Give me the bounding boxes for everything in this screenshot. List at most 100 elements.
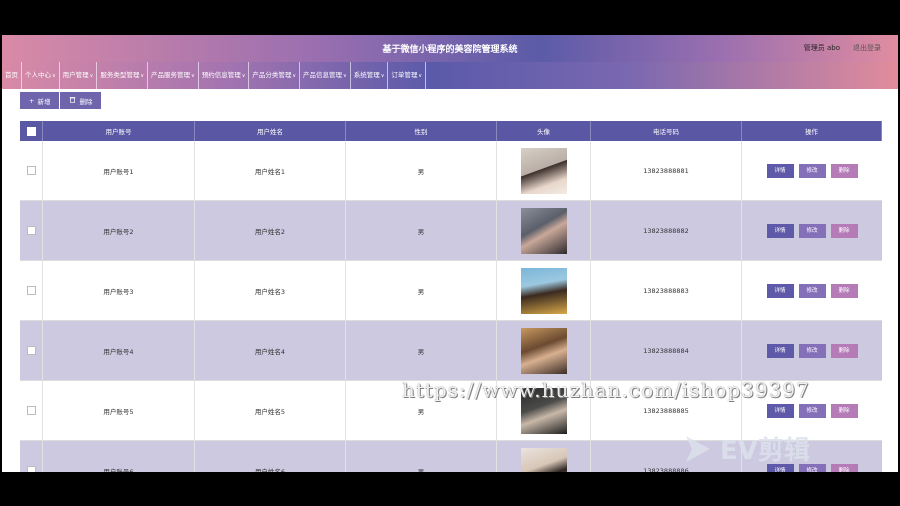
column-header[interactable]: 头像 [497,121,591,141]
column-header[interactable]: 性别 [346,121,497,141]
watermark-text: https://www.huzhan.com/ishop39397 [402,378,810,402]
delete-button[interactable]: 删除 [830,283,858,298]
row-checkbox[interactable] [26,406,36,415]
bulk-delete-button[interactable]: 删除 [60,92,102,109]
row-select-cell [20,261,43,320]
row-select-cell [20,321,43,380]
edit-button[interactable]: 修改 [798,223,826,238]
menu-item-label: 系统管理 [353,71,380,79]
user-account-cell: 用户账号1 [43,141,195,200]
chevron-down-icon: ∨ [241,73,246,79]
edit-button[interactable]: 修改 [798,343,826,358]
menu-item-product-categories[interactable]: 产品分类管理∨ [249,62,301,89]
menu-item-profile[interactable]: 个人中心∨ [22,62,60,89]
menu-item-appointments[interactable]: 预约信息管理∨ [199,62,250,89]
row-checkbox[interactable] [26,346,36,355]
phone-cell: 13823888882 [591,201,742,260]
menu-item-product-services[interactable]: 产品服务管理∨ [148,62,199,89]
detail-button[interactable]: 详情 [766,403,794,418]
plus-icon: + [29,96,35,105]
menu-item-users[interactable]: 用户管理∨ [60,62,98,89]
gender-cell: 男 [346,441,497,472]
phone-cell: 13823888883 [591,261,742,320]
delete-button-label: 删除 [79,97,93,106]
row-checkbox[interactable] [26,226,36,235]
column-header: 操作 [742,121,882,141]
avatar [520,447,567,472]
avatar [520,207,567,254]
detail-button[interactable]: 详情 [766,283,794,298]
trash-icon [69,96,76,105]
menu-item-label: 用户管理 [62,71,89,79]
menu-item-orders[interactable]: 订单管理∨ [388,62,427,89]
chevron-down-icon: ∨ [292,73,297,79]
menu-item-system[interactable]: 系统管理∨ [351,62,389,89]
row-select-cell [20,381,43,440]
row-checkbox[interactable] [26,466,36,472]
ev-logo: EV剪辑 [680,430,810,467]
avatar-cell [497,441,591,472]
row-select-cell [20,441,43,472]
column-header[interactable]: 用户姓名 [195,121,346,141]
select-all-checkbox[interactable] [26,126,36,136]
edit-button[interactable]: 修改 [798,283,826,298]
row-checkbox[interactable] [26,166,36,175]
logout-link[interactable]: 退出登录 [853,43,881,53]
chevron-down-icon: ∨ [52,73,56,79]
detail-button[interactable]: 详情 [766,223,794,238]
avatar-cell [497,201,591,260]
actions-cell: 详情 修改 删除 [742,141,882,200]
avatar [520,267,567,314]
menu-item-product-info[interactable]: 产品信息管理∨ [300,62,351,89]
detail-button[interactable]: 详情 [766,163,794,178]
table-row: 用户账号1 用户姓名1 男 13823888881 详情 修改 删除 [20,141,882,201]
table-header: 用户账号 用户姓名 性别 头像 电话号码 操作 [20,121,882,141]
add-button[interactable]: + 新增 [20,92,60,109]
detail-button[interactable]: 详情 [766,343,794,358]
add-button-label: 新增 [37,97,51,106]
avatar [520,327,567,374]
table-row: 用户账号4 用户姓名4 男 13823888884 详情 修改 删除 [20,321,882,381]
gender-cell: 男 [346,141,497,200]
menu-item-label: 产品服务管理 [151,71,191,79]
menu-item-label: 产品信息管理 [303,71,343,79]
user-table: 用户账号 用户姓名 性别 头像 电话号码 操作 用户账号1 用户姓名1 男 13823… [20,121,882,472]
user-account-cell: 用户账号6 [43,441,195,472]
actions-cell: 详情 修改 删除 [742,201,882,260]
menu-item-home[interactable]: 首页 [2,62,22,89]
phone-cell: 13823888884 [591,321,742,380]
user-name-cell: 用户姓名6 [195,441,346,472]
select-all-cell [20,121,43,141]
menu-item-service-types[interactable]: 服务类型管理∨ [97,62,149,89]
user-name-cell: 用户姓名5 [195,381,346,440]
delete-button[interactable]: 删除 [830,163,858,178]
menu-item-label: 个人中心 [25,71,51,79]
delete-button[interactable]: 删除 [830,343,858,358]
chevron-down-icon: ∨ [140,73,145,79]
chevron-down-icon: ∨ [343,73,347,79]
user-account-cell: 用户账号5 [43,381,195,440]
table-body: 用户账号1 用户姓名1 男 13823888881 详情 修改 删除 用户账号2 用户姓名2 男 1… [20,141,882,472]
user-account-cell: 用户账号4 [43,321,195,380]
menu-item-label: 订单管理 [391,71,418,79]
edit-button[interactable]: 修改 [798,163,826,178]
play-icon [686,435,710,462]
phone-cell: 13823888881 [591,141,742,200]
row-checkbox[interactable] [26,286,36,295]
delete-button[interactable]: 删除 [830,403,858,418]
actions-cell: 详情 修改 删除 [742,321,882,380]
row-select-cell [20,201,43,260]
edit-button[interactable]: 修改 [798,403,826,418]
gender-cell: 男 [346,261,497,320]
delete-button[interactable]: 删除 [830,463,858,472]
table-row: 用户账号2 用户姓名2 男 13823888882 详情 修改 删除 [20,201,882,261]
logo-text: EV剪辑 [720,436,810,466]
table-row: 用户账号3 用户姓名3 男 13823888883 详情 修改 删除 [20,261,882,321]
main-menu: 首页 个人中心∨ 用户管理∨ 服务类型管理∨ 产品服务管理∨ 预约信息管理∨ 产… [2,62,898,89]
delete-button[interactable]: 删除 [830,223,858,238]
menu-item-label: 产品分类管理 [252,71,292,79]
avatar-cell [497,261,591,320]
column-header[interactable]: 用户账号 [43,121,195,141]
chevron-down-icon: ∨ [380,73,385,79]
column-header[interactable]: 电话号码 [591,121,742,141]
